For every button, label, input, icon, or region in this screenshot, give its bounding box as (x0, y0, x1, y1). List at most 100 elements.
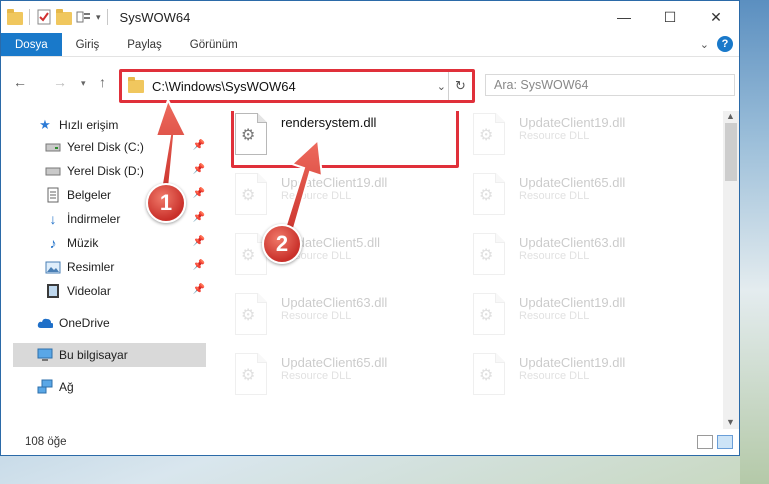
pin-icon[interactable]: 📌 (193, 236, 205, 247)
step-2-badge: 2 (262, 224, 302, 264)
file-name: UpdateClient63.dll (281, 295, 388, 310)
nav-label: Bu bilgisayar (59, 348, 128, 362)
dll-file-icon: ⚙ (235, 293, 271, 337)
forward-arrow-icon[interactable]: → (53, 74, 67, 90)
refresh-icon[interactable]: ↻ (448, 72, 472, 100)
pin-icon[interactable]: 📌 (193, 260, 205, 271)
nav-quick-access[interactable]: ★ Hızlı erişim (37, 113, 207, 137)
dll-file-icon: ⚙ (473, 353, 509, 397)
minimize-button[interactable]: — (601, 1, 647, 33)
file-name: UpdateClient65.dll (519, 175, 626, 190)
file-description: Resource DLL (281, 310, 352, 322)
navigation-pane: ★ Hızlı erişim Yerel Disk (C:) 📌 Yerel D… (1, 111, 211, 429)
back-arrow-icon[interactable]: ← (13, 74, 27, 90)
nav-item-videos[interactable]: Videolar 📌 (45, 279, 207, 303)
file-item[interactable]: ⚙ UpdateClient65.dll Resource DLL (449, 171, 669, 227)
window-title: SysWOW64 (119, 9, 191, 25)
nav-item-music[interactable]: ♪ Müzik 📌 (45, 231, 207, 255)
pin-icon[interactable]: 📌 (193, 188, 205, 199)
pictures-icon (45, 259, 61, 275)
pin-icon[interactable]: 📌 (193, 164, 205, 175)
file-name: UpdateClient63.dll (519, 235, 626, 250)
search-input[interactable]: Ara: SysWOW64 (485, 74, 735, 96)
customize-toolbar-chevron-icon[interactable]: ▾ (96, 12, 101, 23)
nav-label: OneDrive (59, 316, 110, 330)
maximize-button[interactable]: ☐ (647, 1, 693, 33)
file-description: Resource DLL (519, 310, 590, 322)
address-path: C:\Windows\SysWOW64 (152, 78, 296, 94)
nav-item-pictures[interactable]: Resimler 📌 (45, 255, 207, 279)
file-description: Resource DLL (519, 130, 590, 142)
window-controls: — ☐ ✕ (601, 1, 739, 33)
dll-file-icon: ⚙ (235, 353, 271, 397)
file-item[interactable]: ⚙ UpdateClient19.dll Resource DLL (449, 111, 669, 167)
file-list: ⚙ rendersystem.dll ⚙ UpdateClient19.dll … (211, 111, 721, 429)
dll-file-icon: ⚙ (473, 173, 509, 217)
address-bar[interactable]: C:\Windows\SysWOW64 ⌄ ↻ (119, 69, 475, 103)
pin-icon[interactable]: 📌 (193, 212, 205, 223)
expand-ribbon-chevron-icon[interactable]: ⌄ (700, 38, 709, 51)
file-item[interactable]: ⚙ UpdateClient63.dll Resource DLL (211, 291, 431, 347)
file-description: Resource DLL (281, 190, 352, 202)
new-folder-icon[interactable] (56, 9, 72, 25)
nav-item-drive-d[interactable]: Yerel Disk (D:) 📌 (45, 159, 207, 183)
dll-file-icon: ⚙ (235, 113, 271, 157)
ribbon-tabs: Dosya Giriş Paylaş Görünüm ⌄ ? (1, 33, 739, 57)
nav-onedrive[interactable]: OneDrive (37, 311, 207, 335)
nav-label: Videolar (67, 284, 111, 298)
file-name: UpdateClient19.dll (519, 355, 626, 370)
folder-icon (128, 76, 144, 93)
download-icon: ↓ (49, 211, 57, 227)
documents-icon (45, 187, 61, 203)
file-description: Resource DLL (281, 370, 352, 382)
recent-locations-chevron-icon[interactable]: ▾ (81, 78, 86, 89)
close-button[interactable]: ✕ (693, 1, 739, 33)
view-toggle (697, 435, 733, 449)
drive-icon (45, 163, 61, 179)
nav-label: Belgeler (67, 188, 112, 202)
file-description: Resource DLL (519, 190, 590, 202)
file-description: Resource DLL (519, 250, 590, 262)
file-item[interactable]: ⚙ rendersystem.dll (211, 111, 431, 167)
view-options-icon[interactable] (76, 9, 92, 25)
pin-icon[interactable]: 📌 (193, 140, 205, 151)
file-item[interactable]: ⚙ UpdateClient65.dll Resource DLL (211, 351, 431, 407)
details-view-icon[interactable] (697, 435, 713, 449)
tab-home[interactable]: Giriş (62, 33, 114, 56)
tab-file[interactable]: Dosya (1, 33, 62, 56)
file-item[interactable]: ⚙ UpdateClient19.dll Resource DLL (211, 171, 431, 227)
quick-access-toolbar: ▾ (7, 9, 110, 25)
tab-view[interactable]: Görünüm (176, 33, 252, 56)
nav-label: İndirmeler (67, 212, 121, 226)
nav-label: Hızlı erişim (59, 118, 119, 132)
vertical-scrollbar[interactable]: ▲ ▼ (723, 111, 739, 429)
file-item[interactable]: ⚙ UpdateClient5.dll Resource DLL (211, 231, 431, 287)
scrollbar-thumb[interactable] (725, 123, 737, 181)
address-dropdown-chevron-icon[interactable]: ⌄ (437, 80, 446, 93)
pin-icon[interactable]: 📌 (193, 284, 205, 295)
title-bar: ▾ SysWOW64 — ☐ ✕ (1, 1, 739, 33)
help-button[interactable]: ? (717, 36, 733, 52)
dll-file-icon: ⚙ (473, 233, 509, 277)
nav-item-drive-c[interactable]: Yerel Disk (C:) 📌 (45, 135, 207, 159)
nav-this-pc[interactable]: Bu bilgisayar (13, 343, 206, 367)
file-item[interactable]: ⚙ UpdateClient63.dll Resource DLL (449, 231, 669, 287)
ribbon-right-controls: ⌄ ? (700, 36, 733, 52)
tab-share[interactable]: Paylaş (113, 33, 176, 56)
up-arrow-icon[interactable]: ↑ (99, 74, 106, 90)
file-name: UpdateClient19.dll (281, 175, 388, 190)
large-icons-view-icon[interactable] (717, 435, 733, 449)
properties-icon[interactable] (36, 9, 52, 25)
status-bar: 108 öğe (1, 429, 739, 455)
scroll-up-arrow-icon[interactable]: ▲ (726, 111, 735, 121)
file-name: UpdateClient65.dll (281, 355, 388, 370)
nav-label: Yerel Disk (D:) (67, 164, 144, 178)
scroll-down-arrow-icon[interactable]: ▼ (726, 417, 735, 427)
item-count: 108 öğe (25, 436, 67, 448)
star-icon: ★ (39, 117, 51, 132)
nav-network[interactable]: Ağ (37, 375, 207, 399)
step-1-badge: 1 (146, 183, 186, 223)
file-item[interactable]: ⚙ UpdateClient19.dll Resource DLL (449, 351, 669, 407)
navigation-bar: ← → ▾ ↑ C:\Windows\SysWOW64 ⌄ ↻ Ara: Sys… (1, 61, 739, 111)
file-item[interactable]: ⚙ UpdateClient19.dll Resource DLL (449, 291, 669, 347)
